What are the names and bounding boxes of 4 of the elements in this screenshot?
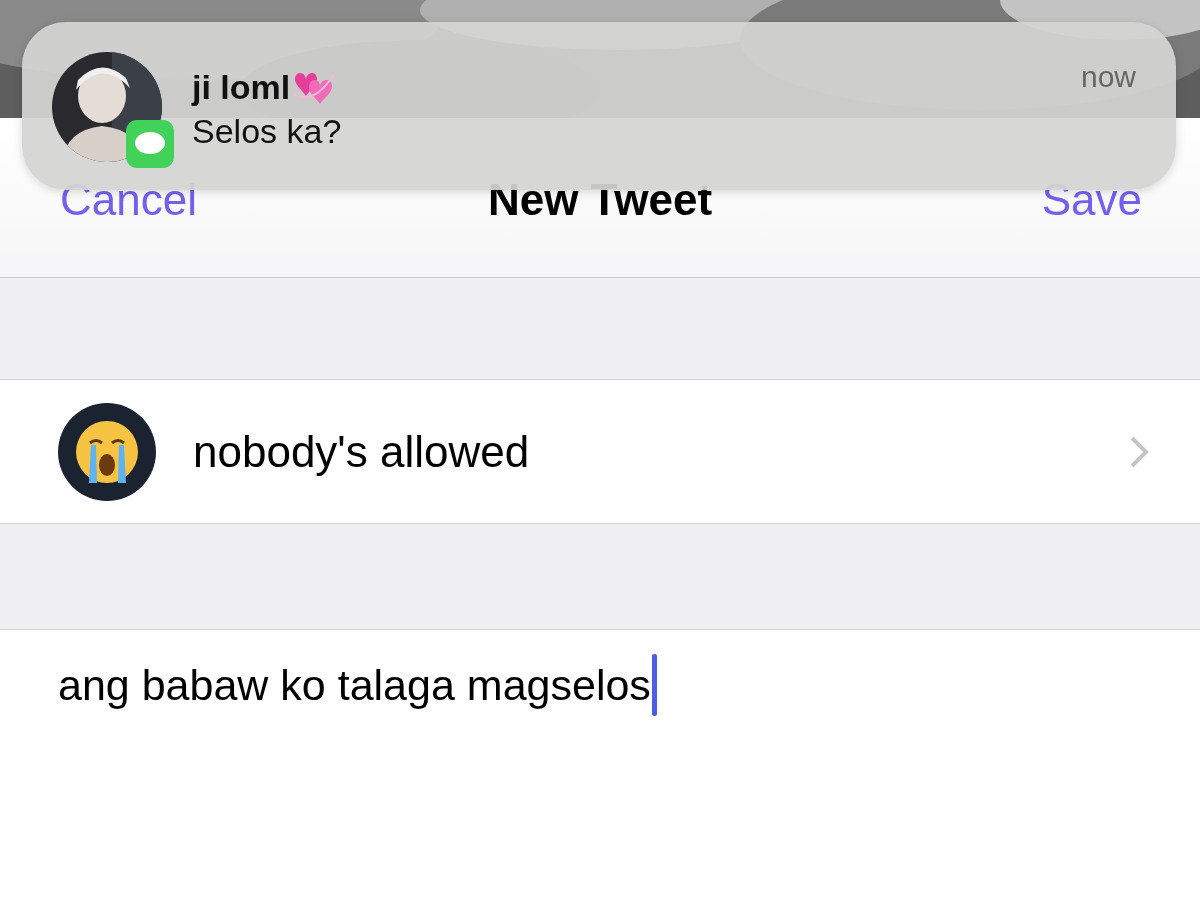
tweet-input-field[interactable]: ang babaw ko talaga magselos [0, 630, 1200, 740]
text-cursor [651, 654, 657, 716]
chevron-right-icon [1128, 434, 1150, 469]
crying-face-icon [58, 402, 156, 501]
